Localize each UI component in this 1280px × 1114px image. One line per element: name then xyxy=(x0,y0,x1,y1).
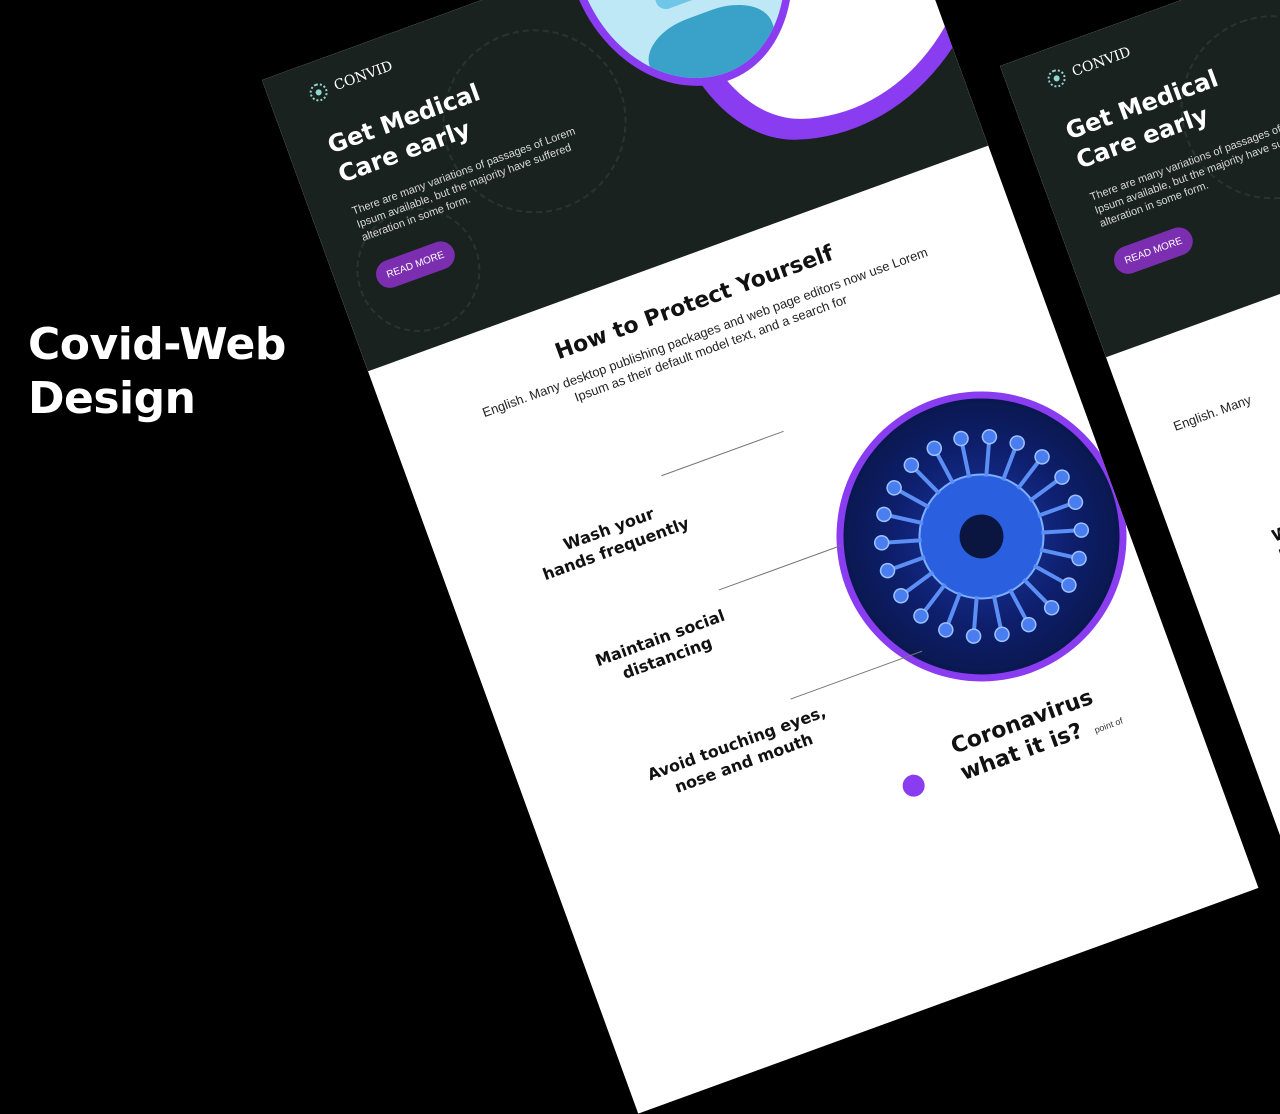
tip-connector-line xyxy=(718,545,842,591)
virus-spike-tip xyxy=(926,440,943,457)
virus-spike-tip xyxy=(1020,616,1037,633)
coronavirus-image xyxy=(795,350,1168,723)
brand-name: CONVID xyxy=(1069,44,1133,81)
virus-spike-tip xyxy=(938,622,954,638)
heading-line-1: Covid-Web xyxy=(28,319,286,370)
virus-spike-tip xyxy=(1061,577,1077,593)
page-heading: Covid-Web Design xyxy=(28,318,286,426)
tip-social-distancing: Maintain social distancing xyxy=(592,605,734,691)
brand-logo[interactable]: CONVID xyxy=(307,57,395,104)
virus-spike-tip xyxy=(981,429,998,445)
coronavirus-description: point of xyxy=(1092,715,1125,736)
heading-line-2: Design xyxy=(28,373,196,424)
brand-logo[interactable]: CONVID xyxy=(1045,43,1133,90)
tip-wash-hands: Wash hands xyxy=(1269,508,1280,566)
virus-icon xyxy=(899,771,928,800)
virus-spike-tip xyxy=(876,506,892,523)
tip-avoid-touching: Avoid touching eyes, nose and mouth xyxy=(645,701,836,805)
virus-spike-tip xyxy=(873,535,890,551)
coronavirus-title: Coronavirus what it is? xyxy=(947,684,1106,788)
virus-spike-tip xyxy=(994,626,1010,643)
virus-spike-tip xyxy=(879,562,896,579)
protect-description: English. Many xyxy=(1171,391,1254,434)
virus-logo-icon xyxy=(1045,66,1069,90)
tip-wash-hands: Wash your hands frequently xyxy=(533,493,693,585)
brand-name: CONVID xyxy=(331,58,395,95)
tip-connector-line xyxy=(661,430,784,477)
virus-logo-icon xyxy=(307,80,331,104)
coronavirus-icon xyxy=(873,429,1090,644)
read-more-button[interactable]: READ MORE xyxy=(1110,223,1197,278)
virus-spike-tip xyxy=(1071,550,1087,567)
virus-spike-tip xyxy=(965,628,982,644)
virus-spike-tip xyxy=(886,480,902,496)
virus-spike-tip xyxy=(1073,522,1090,538)
tip-line-1: Wash xyxy=(1269,511,1280,546)
virus-spike-tip xyxy=(953,430,969,447)
virus-spike-tip xyxy=(1067,494,1084,510)
virus-spike-tip xyxy=(1009,435,1025,451)
